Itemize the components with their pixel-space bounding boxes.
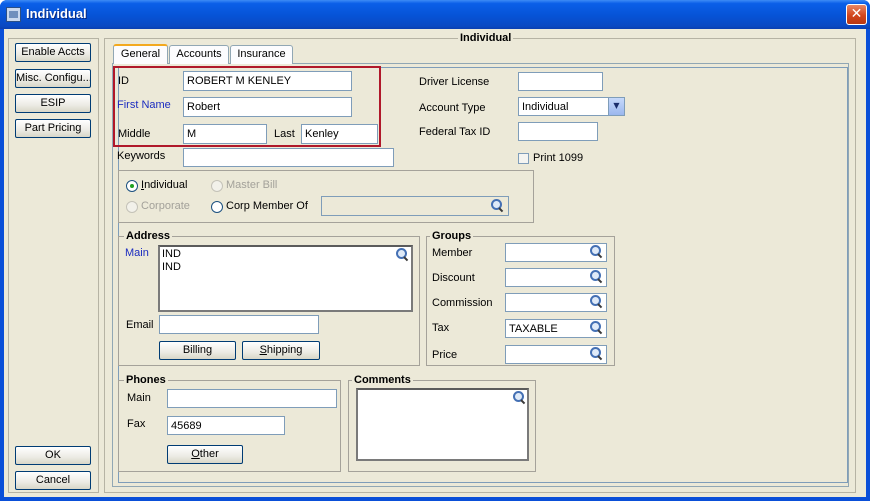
email-label: Email [126,319,154,331]
master-bill-label: Master Bill [226,179,278,191]
tab-accounts[interactable]: Accounts [169,45,229,64]
ok-button[interactable]: OK [15,446,91,465]
first-name-field[interactable]: Robert [183,97,352,117]
part-pricing-button[interactable]: Part Pricing [15,119,91,138]
esip-button[interactable]: ESIP [15,94,91,113]
comments-field[interactable] [356,388,529,461]
phone-main-label: Main [127,392,151,404]
magnifier-icon[interactable] [590,245,602,257]
discount-label: Discount [432,272,475,284]
corp-member-radio[interactable] [211,201,223,213]
title-bar[interactable] [0,0,870,29]
magnifier-icon[interactable] [590,270,602,282]
price-label: Price [432,349,458,361]
keywords-label: Keywords [117,150,166,162]
driver-license-label: Driver License [419,76,490,88]
first-name-label: First Name [117,99,171,111]
id-field[interactable]: ROBERT M KENLEY [183,71,352,91]
phone-main-field[interactable] [167,389,337,408]
address-title: Address [124,230,173,242]
master-bill-radio[interactable] [211,180,223,192]
comments-title: Comments [352,374,413,386]
address-line-2: IND [162,261,181,273]
account-type-label: Account Type [419,102,486,114]
corporate-radio[interactable] [126,201,138,213]
driver-license-field[interactable] [518,72,603,91]
tax-label: Tax [432,322,450,334]
magnifier-icon[interactable] [396,248,408,260]
address-main-label: Main [125,247,149,259]
member-label: Member [432,247,473,259]
other-phone-button[interactable]: Other [167,445,243,464]
corp-member-label: Corp Member Of [226,200,308,212]
fax-label: Fax [127,418,146,430]
corporate-label: Corporate [141,200,190,212]
misc-config-button[interactable]: Misc. Configu... [15,69,91,88]
shipping-button[interactable]: Shipping [242,341,320,360]
cancel-button[interactable]: Cancel [15,471,91,490]
billing-button[interactable]: Billing [159,341,236,360]
individual-radio[interactable] [126,180,138,192]
last-field[interactable]: Kenley [301,124,378,144]
address-main-field[interactable]: IND IND [158,245,413,312]
federal-tax-field[interactable] [518,122,598,141]
magnifier-icon[interactable] [590,295,602,307]
keywords-field[interactable] [183,148,394,167]
commission-label: Commission [432,297,493,309]
print-1099-label: Print 1099 [533,152,584,164]
window-title: Individual [26,6,87,21]
email-field[interactable] [159,315,319,334]
fax-field[interactable]: 45689 [167,416,285,435]
tab-general[interactable]: General [113,44,168,64]
federal-tax-label: Federal Tax ID [419,126,491,138]
account-type-value: Individual [522,101,569,113]
print-1099-checkbox[interactable] [518,153,529,164]
middle-label: Middle [118,128,151,140]
close-icon[interactable]: ✕ [846,4,867,25]
corp-member-field[interactable] [321,196,509,216]
tab-insurance[interactable]: Insurance [230,45,293,64]
id-label: ID [118,75,129,87]
magnifier-icon[interactable] [513,391,525,403]
individual-radio-label: Individual [141,179,188,191]
magnifier-icon[interactable] [491,199,503,211]
combo-dropdown-arrow-icon[interactable]: ▼ [608,98,624,115]
groups-title: Groups [430,230,474,242]
magnifier-icon[interactable] [590,321,602,333]
address-line-1: IND [162,248,181,260]
phones-title: Phones [124,374,168,386]
enable-accts-button[interactable]: Enable Accts [15,43,91,62]
middle-field[interactable]: M [183,124,267,144]
window-app-icon [6,7,21,22]
panel-title: Individual [458,32,514,44]
last-label: Last [274,128,295,140]
magnifier-icon[interactable] [590,347,602,359]
